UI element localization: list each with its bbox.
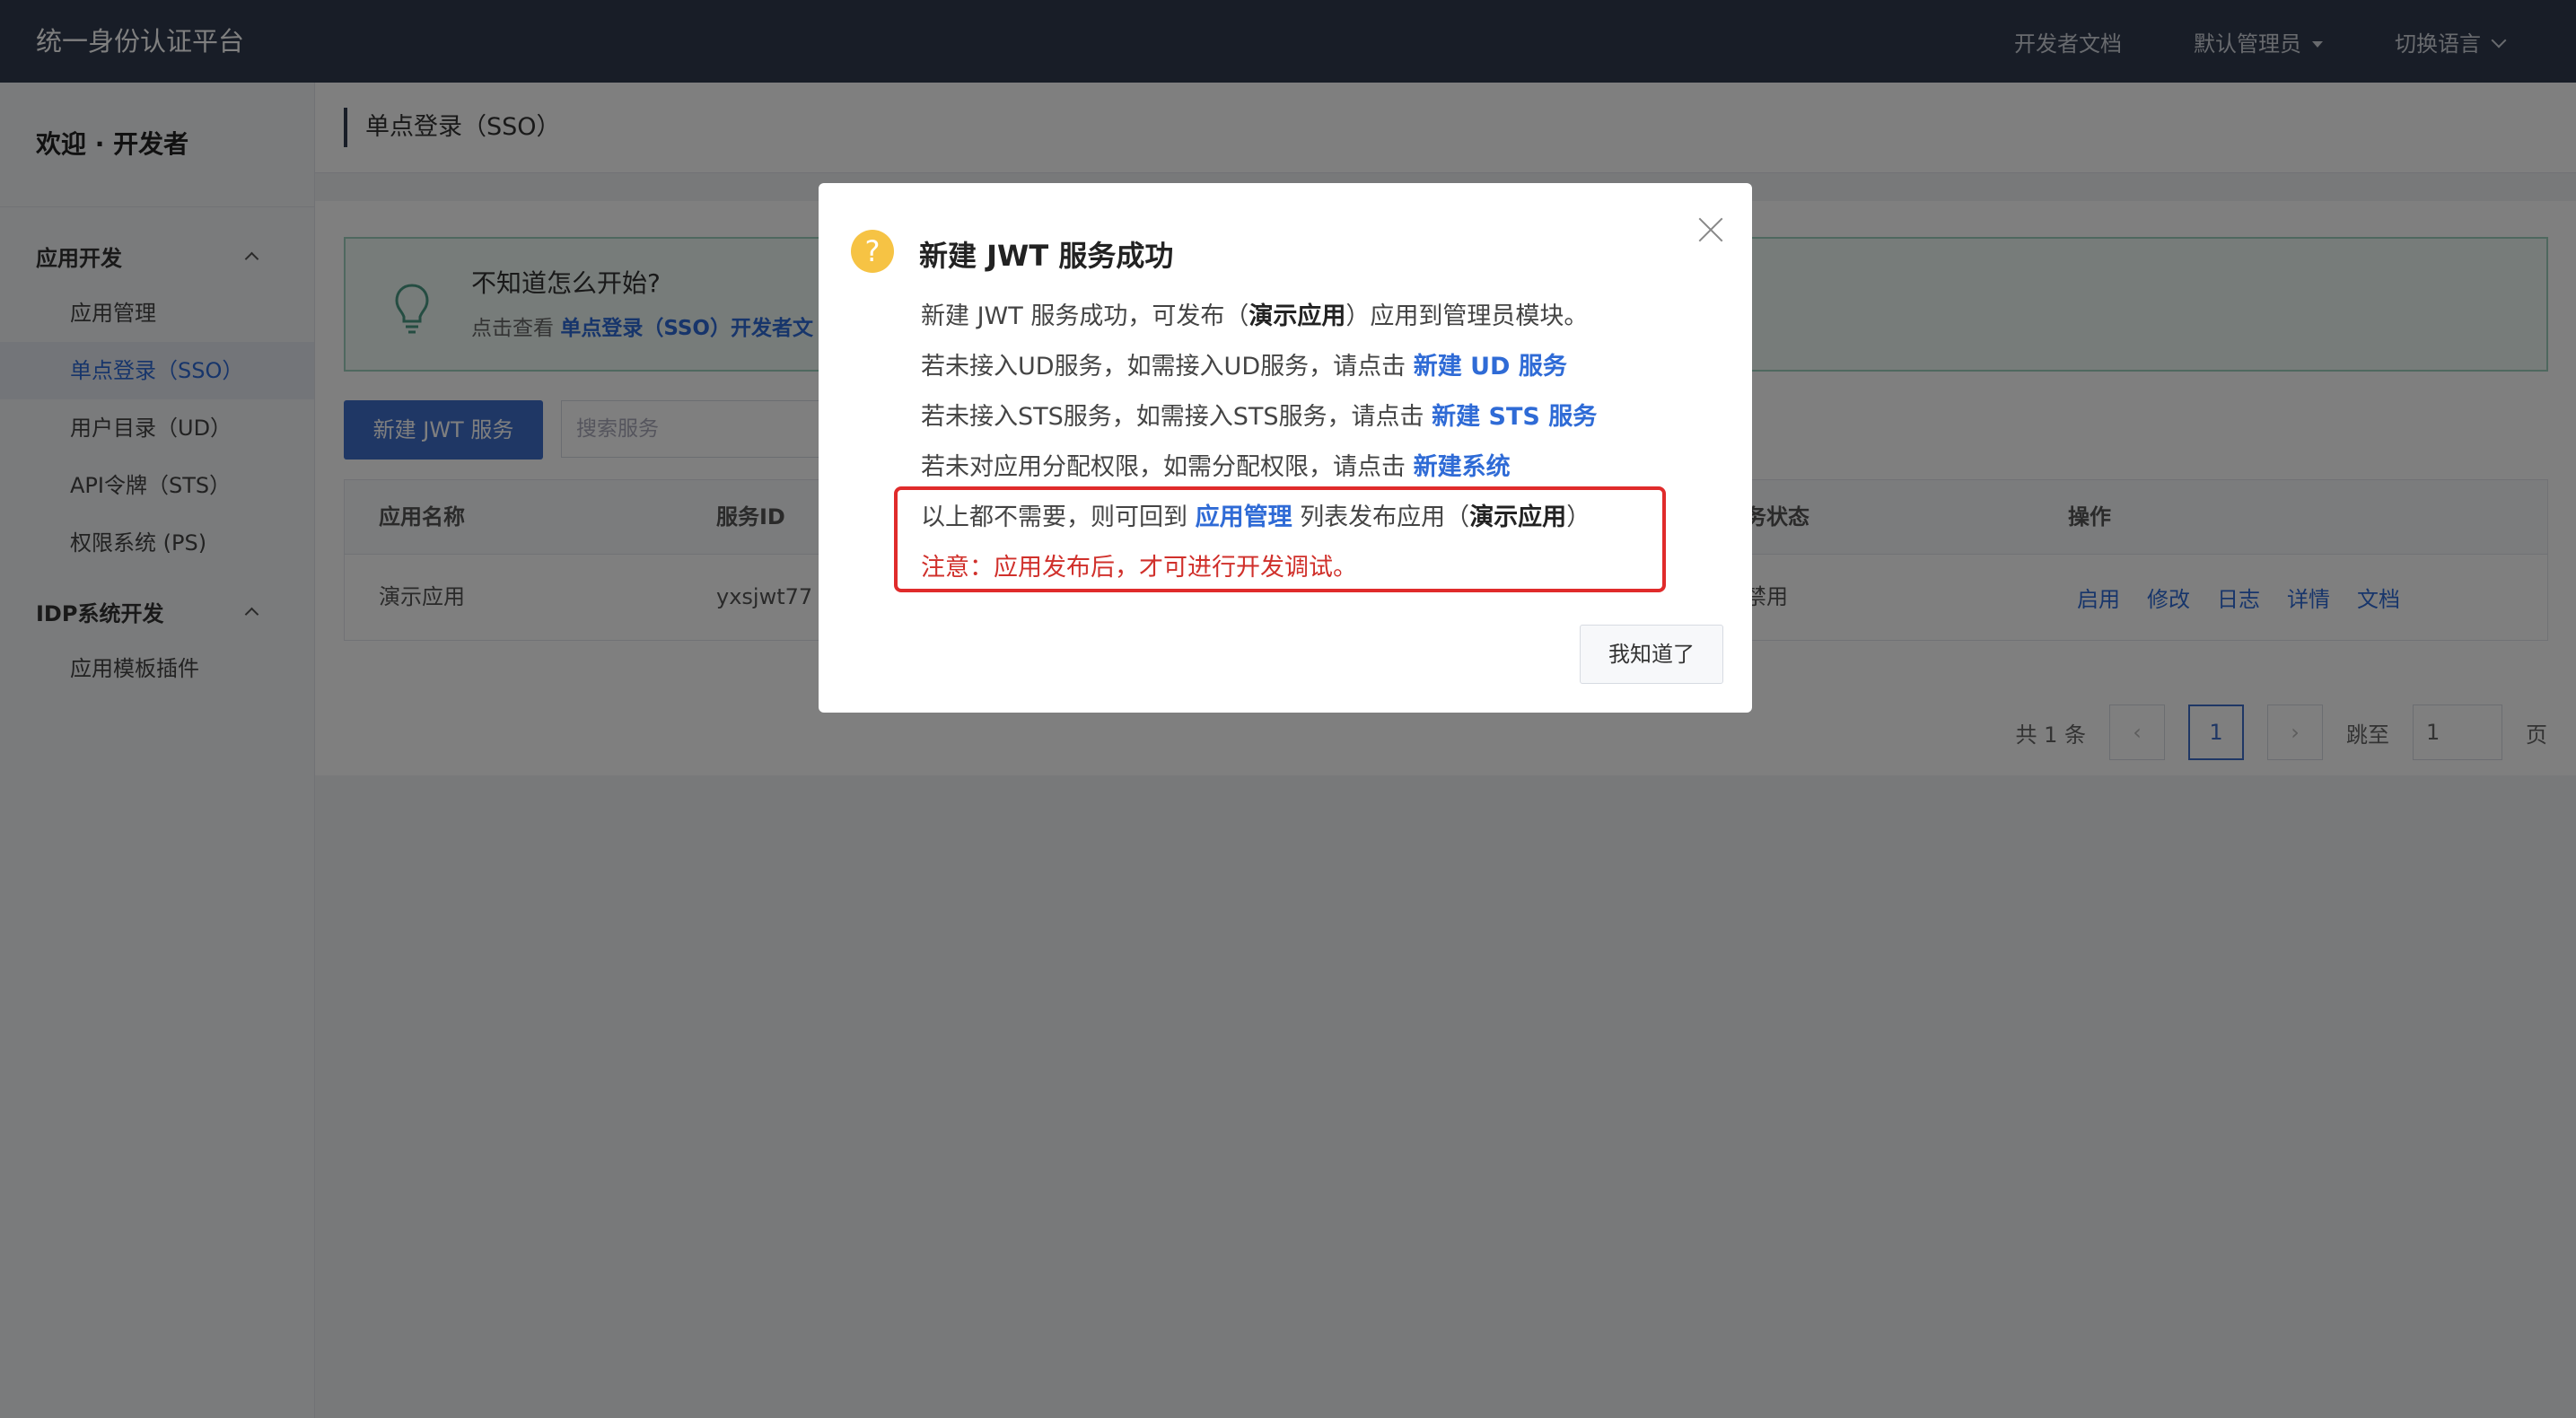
dialog-line-3: 若未接入STS服务，如需接入STS服务，请点击 新建 STS 服务 <box>921 397 1597 432</box>
line1-text-c: ）应用到管理员模块。 <box>1345 302 1589 330</box>
dialog-line-2: 若未接入UD服务，如需接入UD服务，请点击 新建 UD 服务 <box>921 346 1567 381</box>
line1-text-a: 新建 JWT 服务成功，可发布（ <box>921 302 1249 330</box>
new-ud-service-link[interactable]: 新建 UD 服务 <box>1414 353 1567 381</box>
highlight-box <box>894 486 1666 592</box>
new-sts-service-link[interactable]: 新建 STS 服务 <box>1432 403 1597 431</box>
dialog-line-4: 若未对应用分配权限，如需分配权限，请点击 新建系统 <box>921 447 1511 482</box>
dialog-line-1: 新建 JWT 服务成功，可发布（演示应用）应用到管理员模块。 <box>921 296 1588 331</box>
dialog-title: 新建 JWT 服务成功 <box>919 239 1174 273</box>
line2-text: 若未接入UD服务，如需接入UD服务，请点击 <box>921 353 1406 381</box>
success-dialog: ? 新建 JWT 服务成功 新建 JWT 服务成功，可发布（演示应用）应用到管理… <box>819 183 1752 713</box>
line4-text: 若未对应用分配权限，如需分配权限，请点击 <box>921 453 1406 481</box>
line3-text: 若未接入STS服务，如需接入STS服务，请点击 <box>921 403 1424 431</box>
question-icon: ? <box>851 230 894 273</box>
line1-app-name: 演示应用 <box>1249 302 1346 330</box>
got-it-button[interactable]: 我知道了 <box>1580 625 1723 684</box>
close-icon[interactable] <box>1695 214 1727 246</box>
new-system-link[interactable]: 新建系统 <box>1414 453 1511 481</box>
